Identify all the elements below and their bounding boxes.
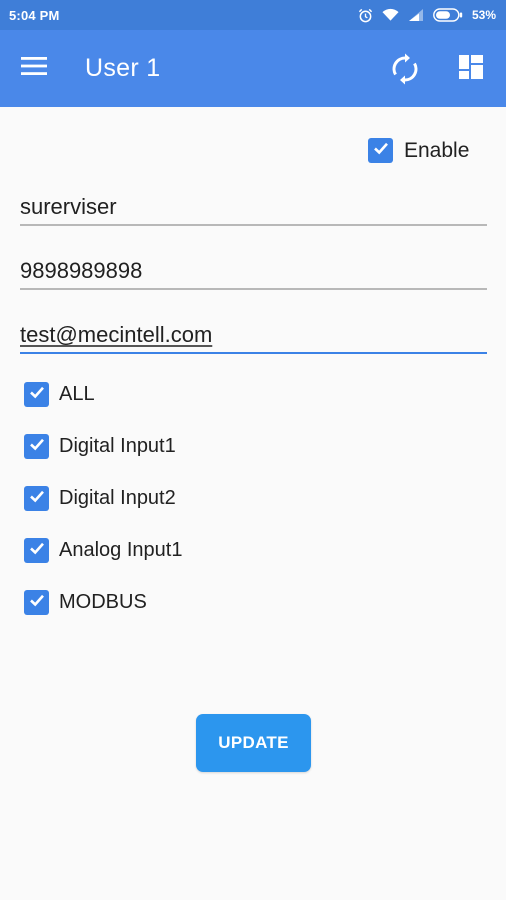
check-icon xyxy=(27,590,47,616)
update-button[interactable]: UPDATE xyxy=(196,714,311,772)
checkbox-all-label: ALL xyxy=(59,383,95,405)
dashboard-button[interactable] xyxy=(456,52,490,86)
page-title: User 1 xyxy=(85,54,161,82)
menu-icon xyxy=(20,55,48,82)
checkbox-digital-input1-row[interactable]: Digital Input1 xyxy=(24,434,176,459)
checkbox-analog-input1-label: Analog Input1 xyxy=(59,539,183,561)
sync-button[interactable] xyxy=(388,52,422,86)
status-bar: 5:04 PM 53% xyxy=(0,0,506,30)
check-icon xyxy=(371,138,391,163)
app-bar: User 1 xyxy=(0,30,506,107)
phone-value[interactable]: 9898989898 xyxy=(20,257,142,285)
checkbox-modbus-label: MODBUS xyxy=(59,591,147,613)
email-underline xyxy=(20,352,487,354)
checkbox-modbus-row[interactable]: MODBUS xyxy=(24,590,147,615)
checkbox-all-row[interactable]: ALL xyxy=(24,382,95,407)
dashboard-icon xyxy=(456,55,486,86)
alarm-icon xyxy=(358,8,373,23)
status-icons: 53% xyxy=(358,8,496,23)
checkbox-digital-input2-row[interactable]: Digital Input2 xyxy=(24,486,176,511)
check-icon xyxy=(27,538,47,564)
check-icon xyxy=(27,486,47,512)
menu-button[interactable] xyxy=(20,52,60,84)
wifi-icon xyxy=(382,8,399,22)
email-value[interactable]: test@mecintell.com xyxy=(20,321,212,349)
battery-icon xyxy=(433,8,463,22)
checkbox-analog-input1-row[interactable]: Analog Input1 xyxy=(24,538,182,563)
sync-icon xyxy=(388,53,422,90)
checkbox-digital-input1-label: Digital Input1 xyxy=(59,435,176,457)
check-icon xyxy=(27,382,47,408)
checkbox-digital-input1[interactable] xyxy=(24,434,49,459)
check-icon xyxy=(27,434,47,460)
checkbox-digital-input2[interactable] xyxy=(24,486,49,511)
checkbox-all[interactable] xyxy=(24,382,49,407)
status-time: 5:04 PM xyxy=(9,7,60,23)
enable-checkbox[interactable] xyxy=(368,138,393,163)
checkbox-digital-input2-label: Digital Input2 xyxy=(59,487,176,509)
battery-percent: 53% xyxy=(471,8,496,22)
checkbox-modbus[interactable] xyxy=(24,590,49,615)
enable-label: Enable xyxy=(404,138,470,162)
username-underline xyxy=(20,224,487,226)
phone-underline xyxy=(20,288,487,290)
checkbox-analog-input1[interactable] xyxy=(24,538,49,563)
enable-checkbox-row[interactable]: Enable xyxy=(368,138,469,163)
signal-icon xyxy=(408,8,424,22)
username-value[interactable]: surerviser xyxy=(20,193,117,221)
